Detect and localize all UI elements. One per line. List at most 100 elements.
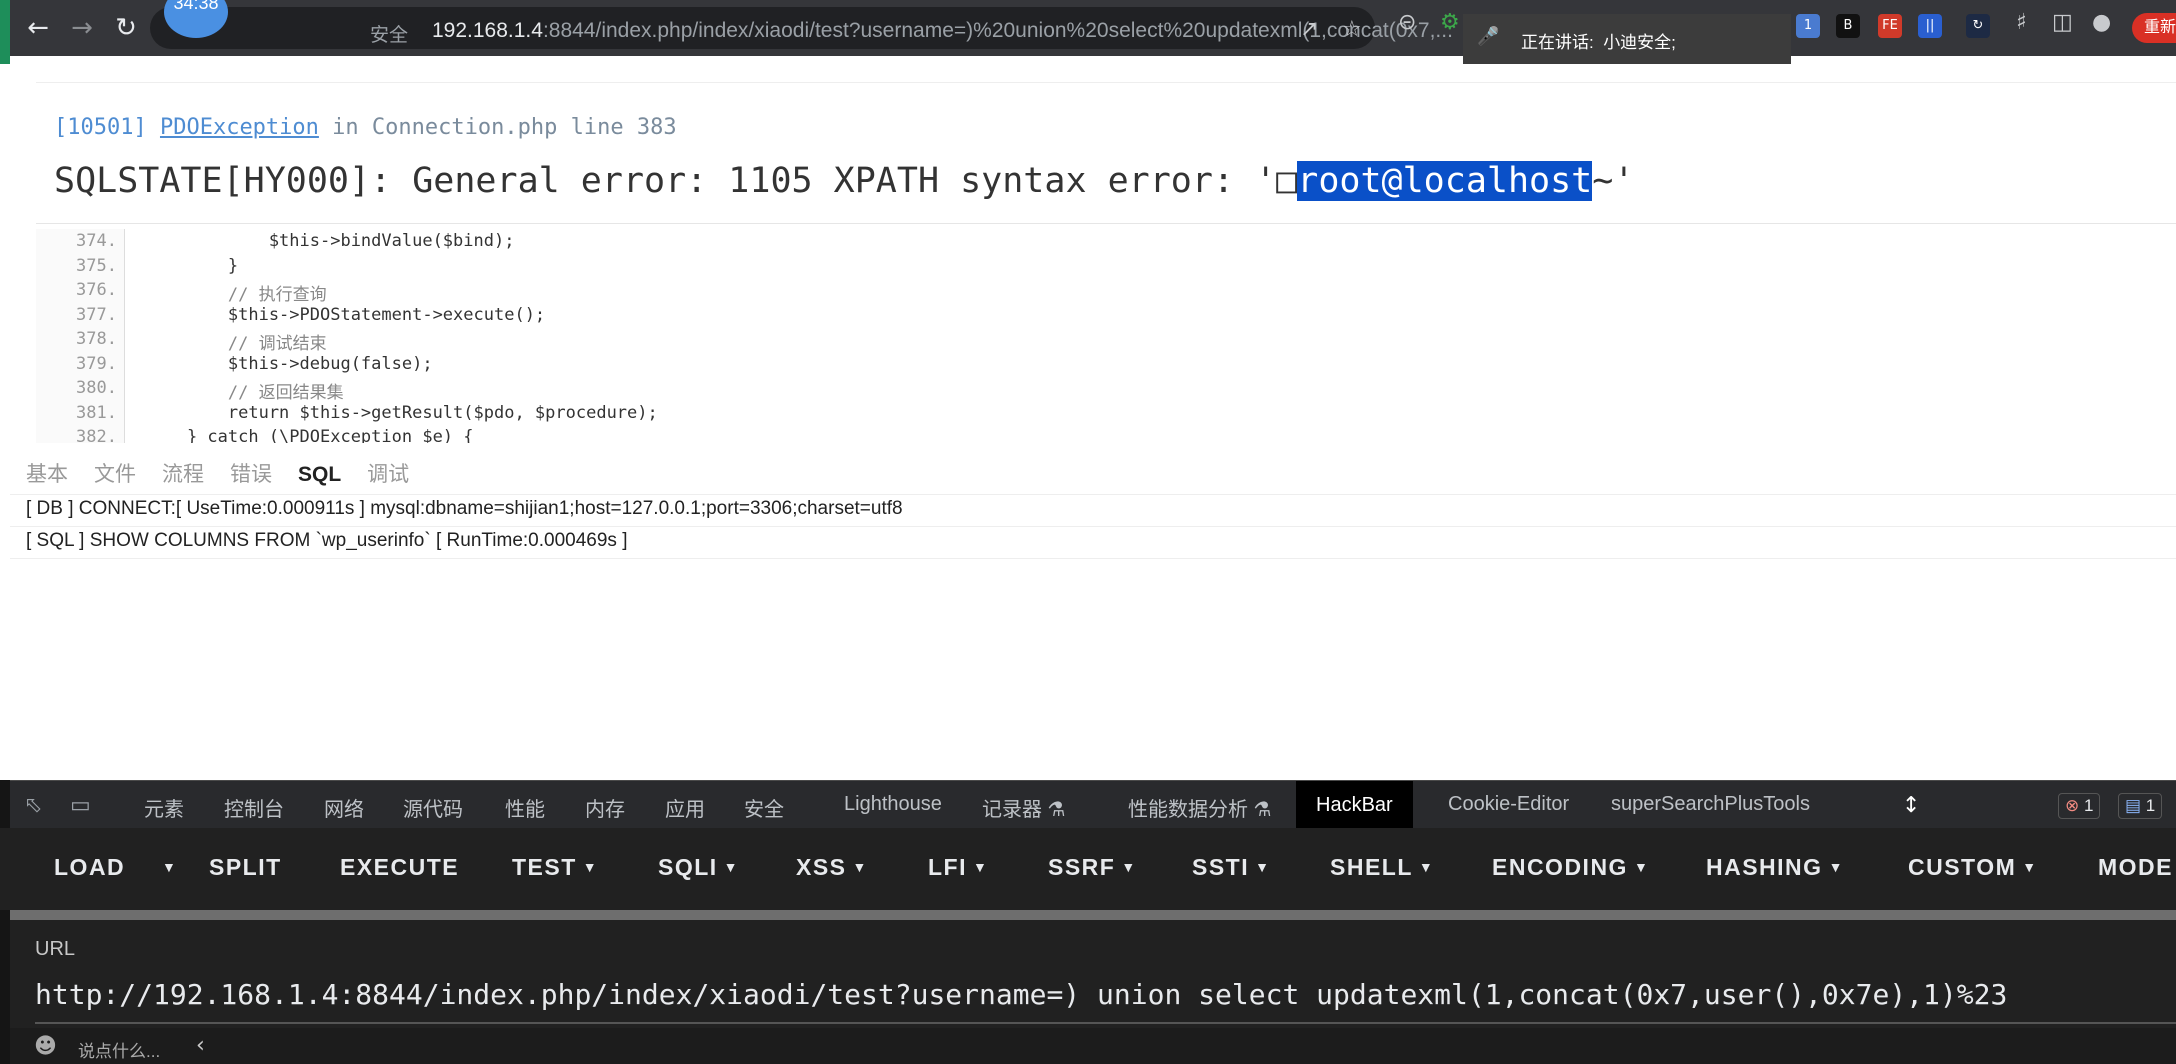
profile-icon[interactable]: ●	[2092, 10, 2111, 35]
source-code-view: 374. $this->bindValue($bind); 375. } 376. …	[36, 229, 2176, 443]
chat-input[interactable]: 说点什么...	[78, 1037, 160, 1062]
code-line: 375. }	[36, 256, 2176, 280]
ext-b-icon[interactable]: B	[1836, 14, 1860, 38]
trace-tab[interactable]: 流程	[162, 458, 204, 488]
caret-down-icon[interactable]: ▼	[1419, 859, 1434, 875]
devtools-tab[interactable]: 性能	[505, 793, 545, 822]
sidepanel-icon[interactable]: ◫	[2052, 10, 2073, 35]
puzzle-extensions-icon[interactable]: ♯	[2016, 10, 2027, 35]
device-toggle-icon[interactable]: ▭	[70, 793, 91, 818]
caret-down-icon[interactable]: ▼	[724, 859, 739, 875]
trace-tab[interactable]: 基本	[26, 458, 68, 488]
trace-tab[interactable]: 文件	[94, 458, 136, 488]
line-number: 376.	[76, 280, 117, 300]
code-text: // 返回结果集	[146, 383, 344, 403]
trace-tab[interactable]: 错误	[230, 458, 272, 488]
horizontal-scrollbar[interactable]	[10, 910, 2176, 920]
exception-class-link[interactable]: PDOException	[160, 115, 319, 140]
back-icon[interactable]: ←	[22, 12, 54, 44]
trace-row: [ SQL ] SHOW COLUMNS FROM `wp_userinfo` …	[26, 530, 628, 551]
devtools-tab[interactable]: superSearchPlusTools	[1611, 793, 1810, 816]
devtools-tabbar: ⬁ ▭ 元素 控制台 网络 源代码 性能 内存 应用 安全 Lighthouse 记录器 ⚗ 性能数…	[0, 780, 2176, 829]
hackbar-button[interactable]: SSRF ▼	[1048, 854, 1137, 881]
line-number: 377.	[76, 304, 117, 325]
hackbar-button[interactable]: MODE	[2098, 854, 2173, 881]
highlighted-result: root@localhost	[1297, 161, 1593, 201]
hackbar-button[interactable]: SPLIT	[209, 854, 282, 881]
code-line: 378. // 调试结束	[36, 329, 2176, 354]
caret-down-icon[interactable]: ▼	[162, 859, 177, 875]
divider	[10, 494, 2176, 495]
devtools-tab[interactable]: Lighthouse	[844, 793, 942, 816]
message-count-badge[interactable]: ▤ 1	[2118, 793, 2163, 819]
devtools-tab[interactable]: 元素	[144, 793, 184, 822]
line-number: 381.	[76, 402, 117, 423]
caret-down-icon[interactable]: ▼	[853, 859, 868, 875]
hackbar-button[interactable]: SQLI ▼	[658, 854, 739, 881]
speaking-indicator: 🎤 正在讲话: 小迪安全;	[1463, 14, 1791, 64]
devtools-tab[interactable]: 控制台	[224, 793, 284, 822]
hackbar-button[interactable]: HASHING ▼	[1706, 854, 1844, 881]
security-label[interactable]: 安全	[370, 20, 408, 47]
caret-down-icon[interactable]: ▼	[583, 859, 598, 875]
block-icon[interactable]: ⊝	[1398, 10, 1416, 35]
line-number: 379.	[76, 353, 117, 374]
devtools-tab[interactable]: 性能数据分析 ⚗	[1128, 793, 1272, 822]
reload-icon[interactable]: ↻	[110, 12, 142, 44]
hackbar-button[interactable]: XSS ▼	[796, 854, 868, 881]
caret-down-icon[interactable]: ▼	[1121, 859, 1136, 875]
emoji-icon[interactable]: ☻	[34, 1034, 57, 1059]
hackbar-button[interactable]: SSTI ▼	[1192, 854, 1270, 881]
devtools-tab[interactable]: 网络	[324, 793, 364, 822]
chat-bar: ☻ 说点什么... ‹	[10, 1028, 2176, 1064]
hackbar-button[interactable]: LOAD	[54, 854, 125, 881]
caret-down-icon[interactable]: ▼	[1634, 859, 1649, 875]
devtools-tab[interactable]: 记录器 ⚗	[982, 793, 1066, 822]
hackbar-button[interactable]: CUSTOM ▼	[1908, 854, 2038, 881]
ext-swirl-icon[interactable]: ↻	[1966, 14, 1990, 38]
divider	[10, 526, 2176, 527]
hackbar-button[interactable]: EXECUTE	[340, 854, 459, 881]
exception-header: [10501] PDOException in Connection.php l…	[54, 115, 677, 140]
address-bar[interactable]: 安全 192.168.1.4:8844/index.php/index/xiao…	[150, 7, 1453, 49]
hackbar-button[interactable]: LFI ▼	[928, 854, 988, 881]
relaunch-button[interactable]: 重新	[2132, 13, 2176, 43]
hackbar-button[interactable]: ▼	[156, 854, 177, 881]
inspect-element-icon[interactable]: ⬁	[24, 793, 42, 818]
code-line: 381. return $this->getResult($pdo, $proc…	[36, 403, 2176, 427]
devtools-tab[interactable]: HackBar	[1296, 781, 1413, 829]
url-input[interactable]: http://192.168.1.4:8844/index.php/index/…	[35, 978, 2007, 1011]
devtools-tab[interactable]: 安全	[744, 793, 784, 822]
devtools-tab[interactable]: 内存	[585, 793, 625, 822]
gear-extension-icon[interactable]: ⚙	[1440, 10, 1460, 35]
caret-down-icon[interactable]: ▼	[2022, 859, 2037, 875]
caret-down-icon[interactable]: ▼	[973, 859, 988, 875]
ext-bars-icon[interactable]: ||	[1918, 14, 1942, 38]
trace-tab[interactable]: SQL	[298, 463, 341, 487]
hackbar-button[interactable]: ENCODING ▼	[1492, 854, 1649, 881]
devtools-tab[interactable]: Cookie-Editor	[1448, 793, 1569, 816]
ext-fe-icon[interactable]: FE	[1878, 14, 1902, 38]
code-line: 379. $this->debug(false);	[36, 354, 2176, 378]
share-icon[interactable]: ↗	[1300, 17, 1318, 42]
code-line: 374. $this->bindValue($bind);	[36, 231, 2176, 255]
resize-handle-icon[interactable]: ↕	[1902, 793, 1920, 818]
code-line: 376. // 执行查询	[36, 280, 2176, 305]
hackbar-button[interactable]: TEST ▼	[512, 854, 598, 881]
error-location: Connection.php line 383	[371, 115, 677, 140]
code-text: } catch (\PDOException $e) {	[146, 427, 474, 443]
caret-down-icon[interactable]: ▼	[1829, 859, 1844, 875]
chevron-left-icon[interactable]: ‹	[196, 1033, 205, 1058]
ext-1-icon[interactable]: 1	[1796, 14, 1820, 38]
code-text: }	[146, 255, 239, 276]
code-line: 382. } catch (\PDOException $e) {	[36, 427, 2176, 443]
devtools-tab[interactable]: 源代码	[403, 793, 463, 822]
devtools-tab[interactable]: 应用	[665, 793, 705, 822]
forward-icon[interactable]: →	[66, 12, 98, 44]
bookmark-star-icon[interactable]: ☆	[1342, 17, 1362, 42]
caret-down-icon[interactable]: ▼	[1255, 859, 1270, 875]
line-number: 375.	[76, 255, 117, 276]
hackbar-button[interactable]: SHELL ▼	[1330, 854, 1434, 881]
error-count-badge[interactable]: ⊗ 1	[2058, 793, 2101, 819]
trace-tab[interactable]: 调试	[367, 458, 409, 488]
